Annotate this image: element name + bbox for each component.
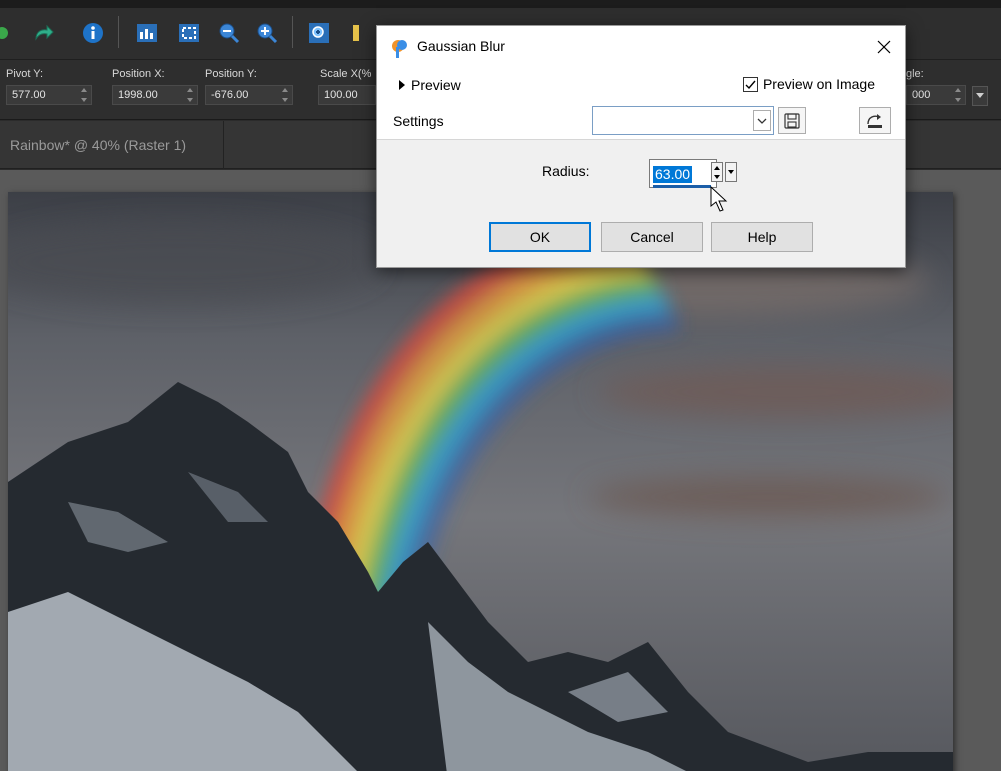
preview-on-image-label: Preview on Image [762, 76, 875, 92]
position-x-value: 1998.00 [118, 89, 158, 101]
toolbar-separator [292, 16, 293, 48]
radius-input[interactable]: 63.00 [649, 159, 717, 188]
angle-input[interactable]: 000 [906, 85, 966, 105]
save-icon [784, 112, 800, 129]
angle-label: gle: [906, 68, 924, 80]
settings-label: Settings [393, 113, 444, 129]
expand-arrow-icon [399, 80, 405, 90]
tool-green-icon[interactable] [0, 20, 20, 46]
preview-label: Preview [411, 77, 461, 93]
layer-icon[interactable] [346, 20, 372, 46]
zoom-in-icon[interactable] [254, 20, 280, 46]
position-x-spinner[interactable] [185, 88, 195, 102]
scale-x-label: Scale X(% [320, 68, 372, 80]
dialog-title-bar[interactable]: Gaussian Blur [377, 26, 905, 68]
reset-button[interactable] [859, 107, 891, 134]
position-y-input[interactable]: -676.00 [205, 85, 293, 105]
checkbox-box[interactable] [742, 76, 758, 92]
scale-x-input[interactable]: 100.00 [318, 85, 376, 105]
redo-icon[interactable] [30, 20, 56, 46]
preview-row: Preview Preview on Image [377, 68, 905, 100]
angle-value: 000 [912, 89, 931, 101]
toolbar-separator [118, 16, 119, 48]
position-y-control: Position Y: -676.00 [205, 68, 293, 105]
position-y-value: -676.00 [211, 89, 249, 101]
pivot-y-spinner[interactable] [79, 88, 89, 102]
preview-toggle[interactable]: Preview [399, 77, 461, 93]
settings-dropdown[interactable] [592, 106, 774, 135]
gaussian-blur-dialog: Gaussian Blur Preview Preview on Image S… [376, 25, 906, 268]
radius-label: Radius: [542, 163, 590, 179]
angle-control: gle: 000 [906, 68, 966, 105]
settings-dropdown-arrow[interactable] [753, 110, 771, 131]
radius-value: 63.00 [653, 166, 693, 183]
info-icon[interactable] [80, 20, 106, 46]
pivot-y-input[interactable]: 577.00 [6, 85, 92, 105]
rainbow-mountain-image [8, 192, 953, 771]
angle-spinner[interactable] [953, 88, 963, 102]
ok-button[interactable]: OK [489, 222, 591, 252]
zoom-selection-icon[interactable] [306, 20, 332, 46]
position-y-label: Position Y: [205, 68, 257, 80]
position-y-spinner[interactable] [280, 88, 290, 102]
save-preset-button[interactable] [778, 107, 806, 134]
pivot-y-label: Pivot Y: [6, 68, 44, 80]
image-canvas[interactable] [8, 192, 953, 771]
preview-on-image-checkbox[interactable]: Preview on Image [742, 76, 875, 92]
dialog-title: Gaussian Blur [417, 38, 505, 54]
checkmark-icon [745, 80, 756, 89]
reset-icon [867, 113, 882, 128]
cancel-button[interactable]: Cancel [601, 222, 703, 252]
radius-slider-dropdown[interactable] [725, 162, 737, 182]
position-x-label: Position X: [112, 68, 165, 80]
close-button[interactable] [869, 32, 899, 62]
position-x-control: Position X: 1998.00 [112, 68, 198, 105]
menu-strip [0, 0, 1001, 8]
radius-slider-bar[interactable] [653, 185, 711, 188]
zoom-out-icon[interactable] [216, 20, 242, 46]
app-logo-icon [389, 37, 411, 59]
pivot-y-value: 577.00 [12, 89, 46, 101]
chevron-down-icon [757, 118, 767, 124]
position-x-input[interactable]: 1998.00 [112, 85, 198, 105]
pivot-y-control: Pivot Y: 577.00 [6, 68, 92, 105]
settings-row: Settings [377, 100, 905, 140]
mouse-cursor-icon [710, 185, 730, 214]
document-tab[interactable]: Rainbow* @ 40% (Raster 1) [0, 121, 224, 169]
angle-dropdown-button[interactable] [972, 86, 988, 106]
scale-x-value: 100.00 [324, 89, 358, 101]
help-button[interactable]: Help [711, 222, 813, 252]
scale-x-control: Scale X(% 100.00 [318, 68, 376, 105]
fit-window-icon[interactable] [176, 20, 202, 46]
radius-spinner[interactable] [711, 162, 723, 182]
histogram-icon[interactable] [134, 20, 160, 46]
close-icon [877, 40, 891, 54]
